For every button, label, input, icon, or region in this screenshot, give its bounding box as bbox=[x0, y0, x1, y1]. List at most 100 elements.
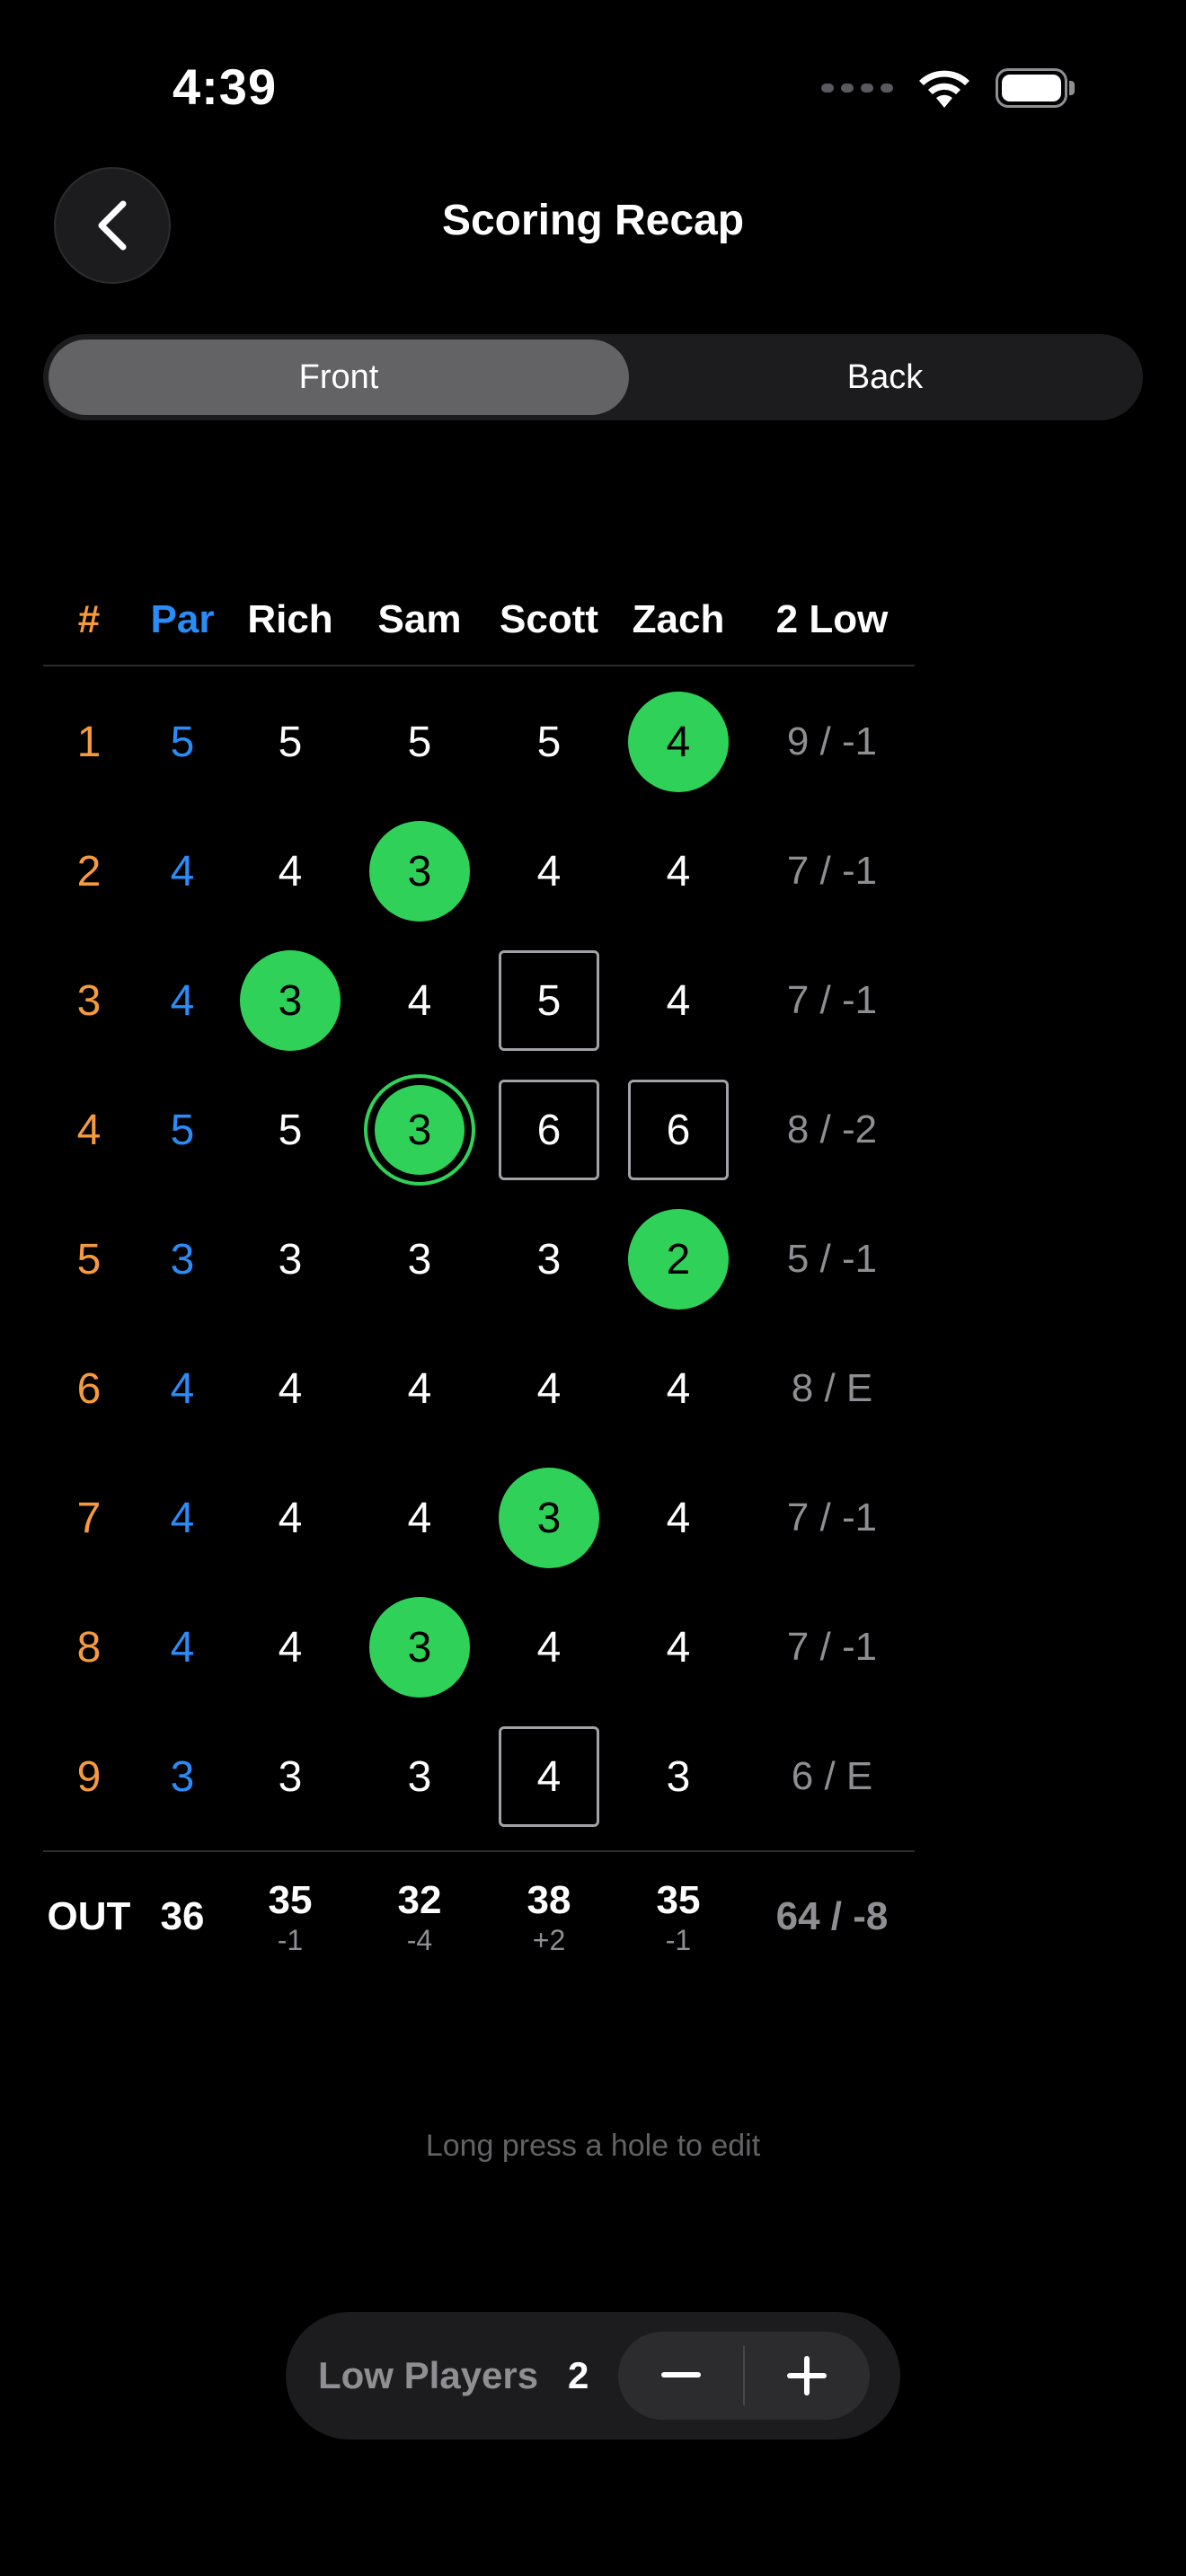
player-total-score: 35 bbox=[656, 1878, 701, 1922]
score-cell[interactable]: 4 bbox=[499, 1338, 599, 1439]
score-cell[interactable]: 3 bbox=[369, 821, 470, 922]
score-cell[interactable]: 5 bbox=[499, 692, 599, 792]
minus-icon bbox=[661, 2372, 701, 2378]
par-score: 3 bbox=[278, 1235, 303, 1284]
wifi-icon bbox=[919, 70, 969, 108]
player-total-score: 35 bbox=[268, 1878, 313, 1922]
bogey-score: 5 bbox=[499, 950, 599, 1051]
score-cell[interactable]: 4 bbox=[628, 1468, 729, 1568]
score-cell[interactable]: 4 bbox=[240, 1338, 341, 1439]
hole-par: 4 bbox=[170, 1623, 195, 1672]
player-total: 35 -1 bbox=[624, 1877, 732, 1956]
two-low-total-text: 64 / -8 bbox=[775, 1894, 889, 1938]
score-cell[interactable]: 4 bbox=[369, 950, 470, 1051]
score-cell[interactable]: 3 bbox=[628, 1726, 729, 1827]
hole-par: 3 bbox=[170, 1752, 195, 1801]
header-player[interactable]: Rich bbox=[227, 597, 353, 642]
plus-icon bbox=[787, 2356, 827, 2395]
hole-par: 4 bbox=[170, 1494, 195, 1542]
score-cell[interactable]: 4 bbox=[499, 1597, 599, 1698]
score-cell[interactable]: 3 bbox=[240, 1209, 341, 1310]
bogey-score: 4 bbox=[499, 1726, 599, 1827]
header-player[interactable]: Zach bbox=[615, 597, 741, 642]
score-cell[interactable]: 4 bbox=[240, 1468, 341, 1568]
hole-number: 9 bbox=[76, 1752, 102, 1801]
totals-divider bbox=[43, 1850, 915, 1852]
header-divider bbox=[43, 665, 915, 666]
par-score: 5 bbox=[278, 1106, 303, 1154]
increment-button[interactable] bbox=[744, 2332, 870, 2420]
score-cell[interactable]: 4 bbox=[628, 1338, 729, 1439]
player-total: 38 +2 bbox=[495, 1877, 603, 1956]
score-cell[interactable]: 5 bbox=[499, 950, 599, 1051]
score-cell[interactable]: 3 bbox=[364, 1074, 475, 1186]
score-cell[interactable]: 4 bbox=[499, 1726, 599, 1827]
birdie-score: 3 bbox=[240, 950, 341, 1051]
score-cell[interactable]: 4 bbox=[240, 1597, 341, 1698]
cellular-signal-icon bbox=[821, 84, 893, 93]
two-low-total: 64 / -8 bbox=[733, 1893, 931, 1940]
status-indicators bbox=[821, 63, 1075, 113]
score-cell[interactable]: 2 bbox=[628, 1209, 729, 1310]
par-score: 5 bbox=[278, 718, 303, 766]
two-low-value: 7 / -1 bbox=[786, 849, 878, 893]
segment-front[interactable]: Front bbox=[49, 340, 629, 415]
hole-number: 4 bbox=[76, 1106, 102, 1154]
hole-number: 1 bbox=[76, 718, 102, 766]
hole-number: 7 bbox=[76, 1494, 102, 1542]
score-cell[interactable]: 3 bbox=[369, 1726, 470, 1827]
low-players-label: Low Players bbox=[318, 2354, 539, 2396]
player-total-score: 32 bbox=[397, 1878, 442, 1922]
decrement-button[interactable] bbox=[618, 2332, 744, 2420]
player-total-diff: -4 bbox=[406, 1924, 433, 1956]
hole-par: 4 bbox=[170, 1364, 195, 1413]
segment-back[interactable]: Back bbox=[633, 340, 1137, 415]
par-score: 4 bbox=[278, 1494, 303, 1542]
score-cell[interactable]: 3 bbox=[240, 950, 341, 1051]
score-cell[interactable]: 4 bbox=[628, 821, 729, 922]
player-total-score: 38 bbox=[527, 1878, 571, 1922]
par-score: 3 bbox=[407, 1752, 432, 1801]
par-score: 4 bbox=[278, 1623, 303, 1672]
score-cell[interactable]: 3 bbox=[369, 1597, 470, 1698]
header-player[interactable]: Scott bbox=[486, 597, 612, 642]
par-score: 3 bbox=[278, 1752, 303, 1801]
score-cell[interactable]: 4 bbox=[369, 1338, 470, 1439]
header-hole: # bbox=[77, 597, 101, 641]
par-score: 3 bbox=[666, 1752, 691, 1801]
par-score: 4 bbox=[278, 847, 303, 895]
score-cell[interactable]: 3 bbox=[499, 1468, 599, 1568]
out-label-text: OUT bbox=[47, 1894, 131, 1938]
player-total-diff: -1 bbox=[665, 1924, 692, 1956]
score-cell[interactable]: 4 bbox=[628, 950, 729, 1051]
two-low-value: 9 / -1 bbox=[786, 719, 878, 763]
player-total-diff: +2 bbox=[532, 1924, 566, 1956]
header-par: Par bbox=[150, 597, 215, 641]
score-cell[interactable]: 3 bbox=[240, 1726, 341, 1827]
header-player[interactable]: Sam bbox=[357, 597, 482, 642]
score-cell[interactable]: 3 bbox=[499, 1209, 599, 1310]
score-cell[interactable]: 4 bbox=[369, 1468, 470, 1568]
hole-number: 3 bbox=[76, 976, 102, 1025]
player-total: 35 -1 bbox=[236, 1877, 344, 1956]
score-cell[interactable]: 5 bbox=[369, 692, 470, 792]
score-cell[interactable]: 4 bbox=[499, 821, 599, 922]
status-time: 4:39 bbox=[173, 58, 278, 115]
two-low-value: 7 / -1 bbox=[786, 978, 878, 1022]
score-cell[interactable]: 3 bbox=[369, 1209, 470, 1310]
score-cell[interactable]: 5 bbox=[240, 692, 341, 792]
par-score: 4 bbox=[666, 976, 691, 1025]
birdie-score: 3 bbox=[369, 821, 470, 922]
score-cell[interactable]: 5 bbox=[240, 1080, 341, 1180]
hole-number: 6 bbox=[76, 1364, 102, 1413]
score-cell[interactable]: 6 bbox=[628, 1080, 729, 1180]
birdie-score: 4 bbox=[628, 692, 729, 792]
score-cell[interactable]: 4 bbox=[240, 821, 341, 922]
hole-par: 3 bbox=[170, 1235, 195, 1284]
low-players-stepper bbox=[618, 2332, 870, 2420]
two-low-value: 7 / -1 bbox=[786, 1625, 878, 1669]
score-cell[interactable]: 4 bbox=[628, 692, 729, 792]
hole-par: 4 bbox=[170, 847, 195, 895]
score-cell[interactable]: 6 bbox=[499, 1080, 599, 1180]
score-cell[interactable]: 4 bbox=[628, 1597, 729, 1698]
